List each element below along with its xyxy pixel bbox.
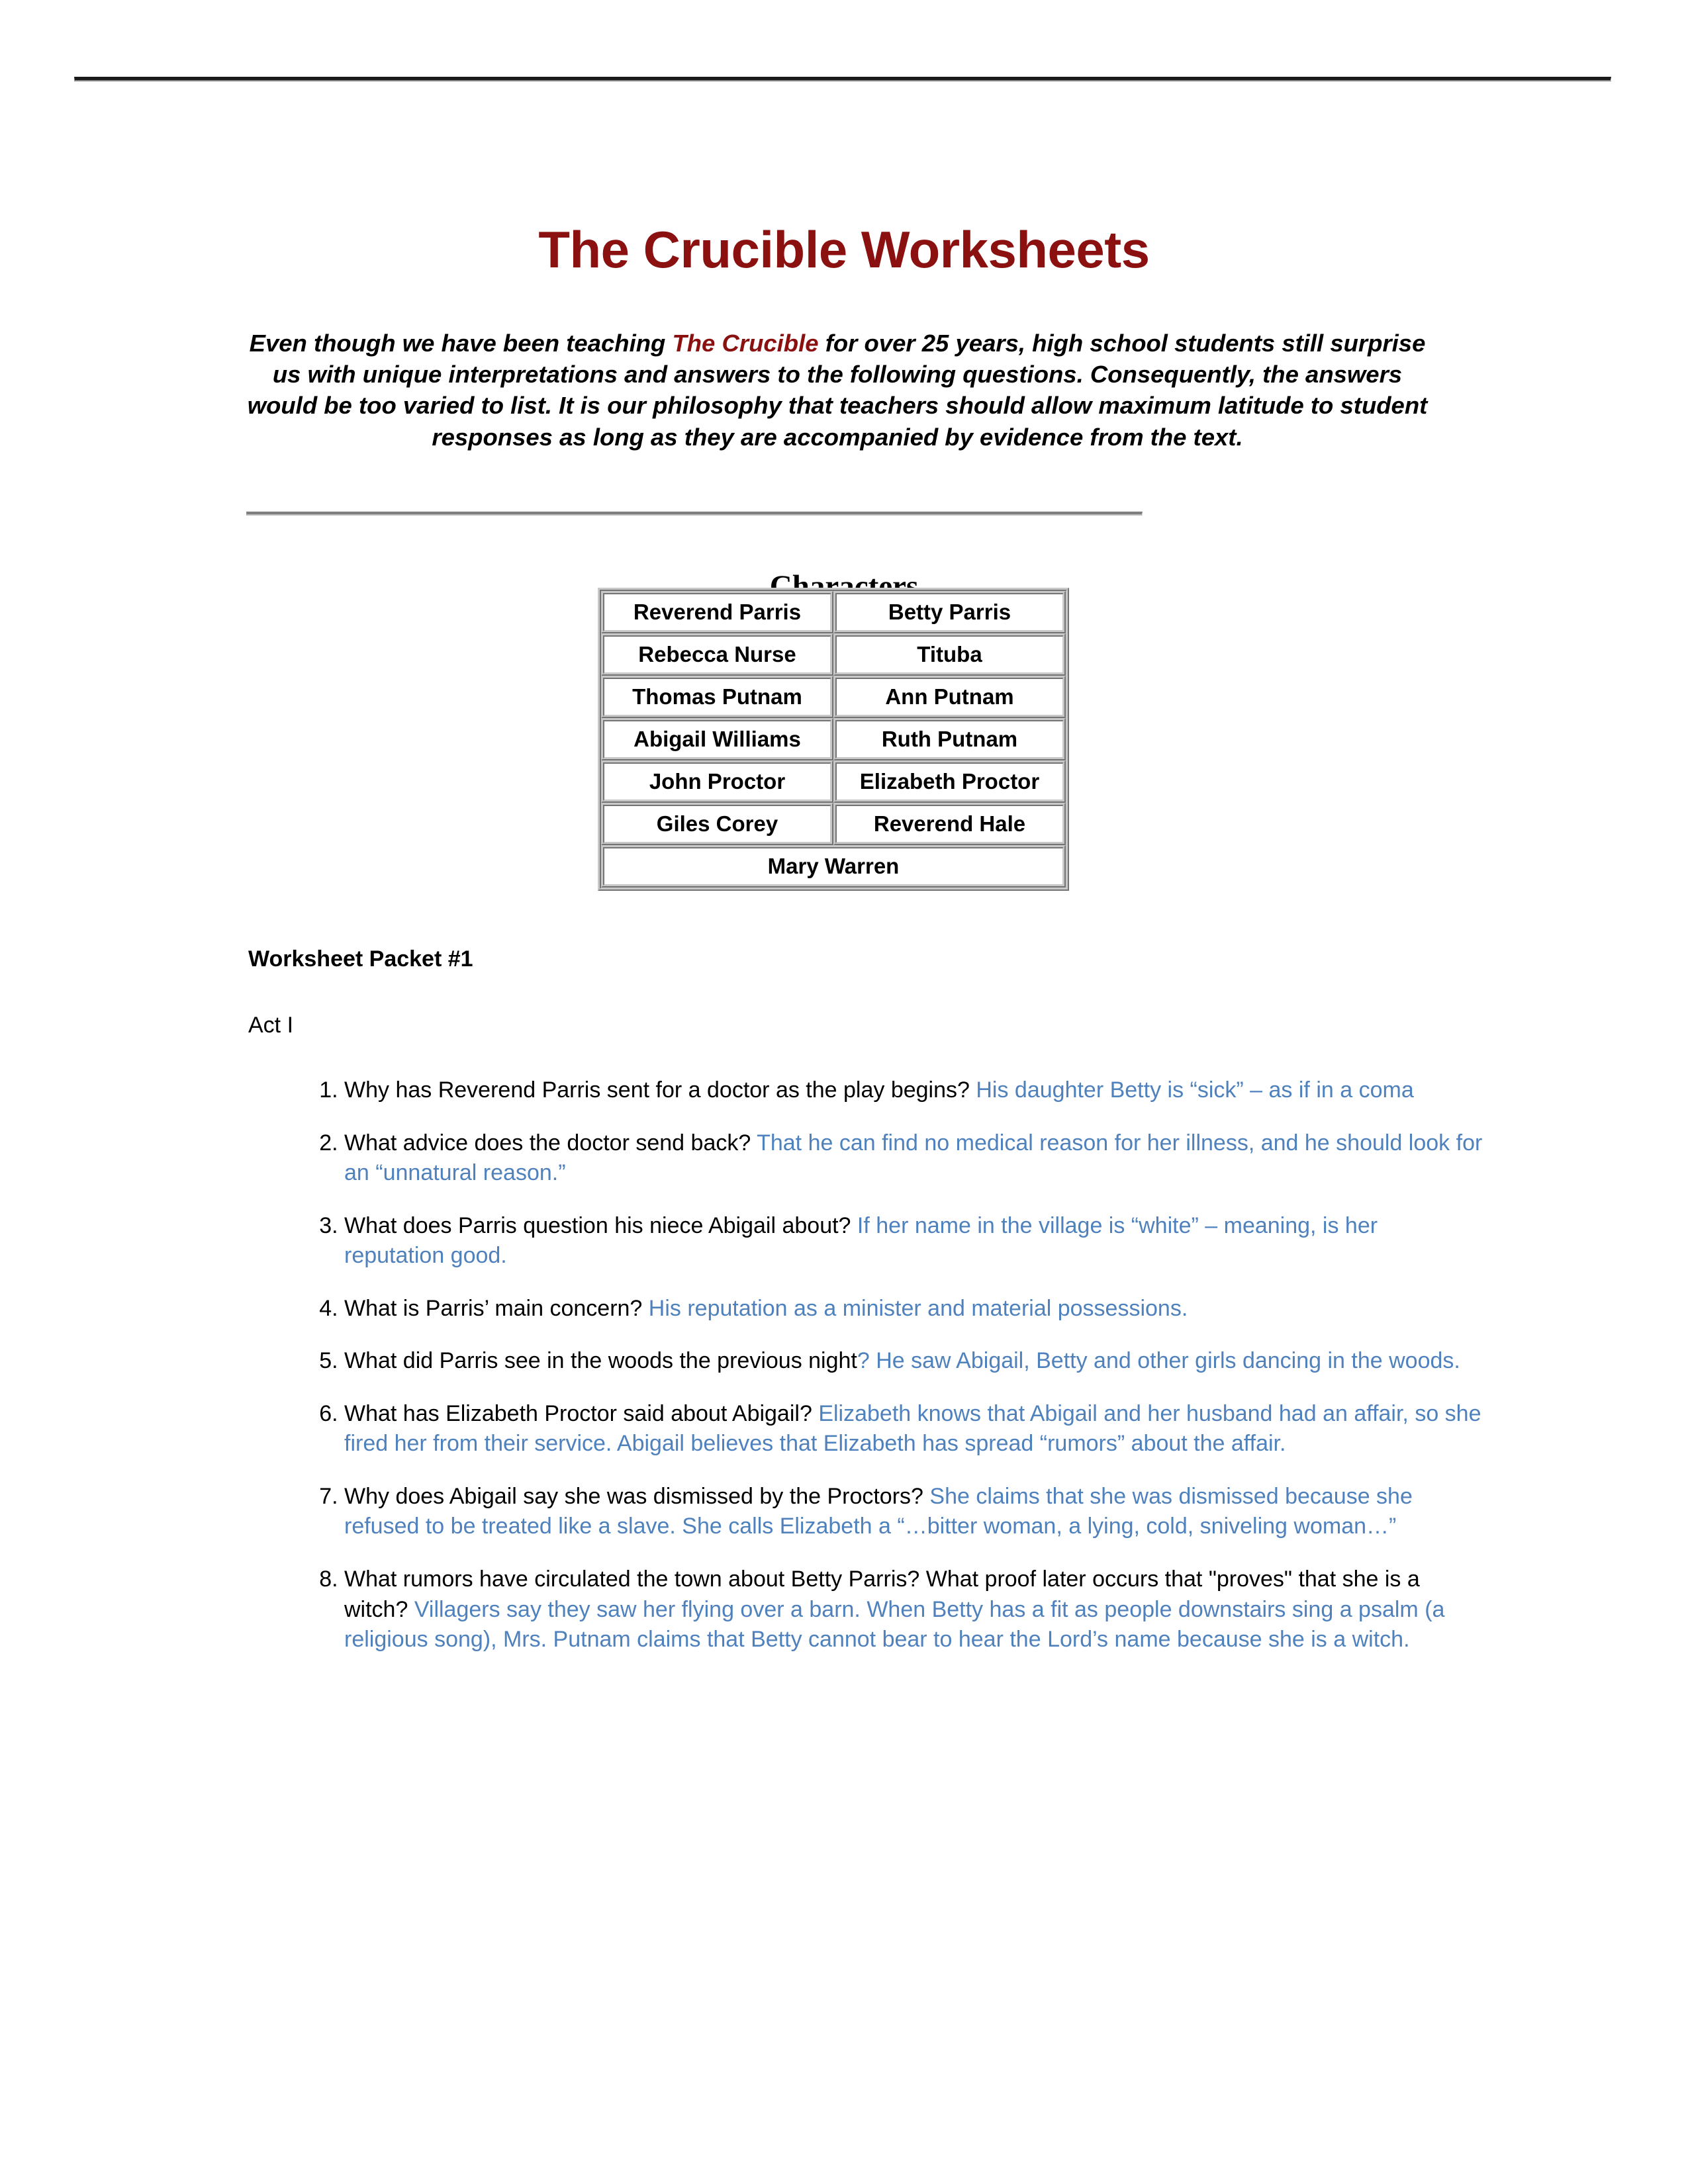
section-separator-rule xyxy=(246,512,1143,516)
character-cell: Reverend Parris xyxy=(601,591,833,633)
answer-text: His reputation as a minister and materia… xyxy=(648,1295,1188,1321)
table-row: Reverend Parris Betty Parris xyxy=(601,591,1066,633)
intro-paragraph: Even though we have been teaching The Cr… xyxy=(245,328,1430,453)
document-page: The Crucible Worksheets Even though we h… xyxy=(0,0,1688,2184)
character-cell: Ruth Putnam xyxy=(833,718,1066,760)
character-cell: Ann Putnam xyxy=(833,676,1066,718)
list-item: What is Parris’ main concern? His reputa… xyxy=(344,1294,1483,1324)
table-row: Abigail Williams Ruth Putnam xyxy=(601,718,1066,760)
list-item: What has Elizabeth Proctor said about Ab… xyxy=(344,1399,1483,1459)
list-item: Why has Reverend Parris sent for a docto… xyxy=(344,1075,1483,1106)
characters-table-container: Reverend Parris Betty Parris Rebecca Nur… xyxy=(598,588,1069,891)
character-cell: Elizabeth Proctor xyxy=(833,760,1066,803)
intro-before: Even though we have been teaching xyxy=(249,329,673,357)
question-text: What has Elizabeth Proctor said about Ab… xyxy=(344,1400,819,1426)
list-item: What does Parris question his niece Abig… xyxy=(344,1211,1483,1271)
answer-text: His daughter Betty is “sick” – as if in … xyxy=(976,1077,1414,1103)
act-label: Act I xyxy=(248,1013,294,1038)
list-item: Why does Abigail say she was dismissed b… xyxy=(344,1482,1483,1542)
question-text: What does Parris question his niece Abig… xyxy=(344,1212,857,1238)
answer-text: ? He saw Abigail, Betty and other girls … xyxy=(857,1348,1460,1374)
character-cell: Giles Corey xyxy=(601,803,833,845)
table-row: Mary Warren xyxy=(601,845,1066,887)
character-cell: John Proctor xyxy=(601,760,833,803)
page-title: The Crucible Worksheets xyxy=(538,220,1150,279)
table-row: John Proctor Elizabeth Proctor xyxy=(601,760,1066,803)
question-text: What is Parris’ main concern? xyxy=(344,1295,649,1321)
question-list: Why has Reverend Parris sent for a docto… xyxy=(297,1075,1483,1678)
question-text: What did Parris see in the woods the pre… xyxy=(344,1348,857,1374)
answer-text: Villagers say they saw her flying over a… xyxy=(344,1596,1445,1653)
question-text: What advice does the doctor send back? xyxy=(344,1130,757,1156)
characters-table: Reverend Parris Betty Parris Rebecca Nur… xyxy=(598,588,1069,891)
character-cell: Thomas Putnam xyxy=(601,676,833,718)
character-cell: Abigail Williams xyxy=(601,718,833,760)
table-row: Thomas Putnam Ann Putnam xyxy=(601,676,1066,718)
characters-table-body: Reverend Parris Betty Parris Rebecca Nur… xyxy=(601,591,1066,887)
list-item: What advice does the doctor send back? T… xyxy=(344,1128,1483,1189)
table-row: Giles Corey Reverend Hale xyxy=(601,803,1066,845)
question-text: Why has Reverend Parris sent for a docto… xyxy=(344,1077,976,1103)
character-cell: Mary Warren xyxy=(601,845,1066,887)
character-cell: Betty Parris xyxy=(833,591,1066,633)
list-item: What rumors have circulated the town abo… xyxy=(344,1565,1483,1655)
character-cell: Reverend Hale xyxy=(833,803,1066,845)
list-item: What did Parris see in the woods the pre… xyxy=(344,1346,1483,1377)
character-cell: Rebecca Nurse xyxy=(601,633,833,676)
character-cell: Tituba xyxy=(833,633,1066,676)
table-row: Rebecca Nurse Tituba xyxy=(601,633,1066,676)
top-horizontal-rule xyxy=(74,77,1611,81)
worksheet-packet-label: Worksheet Packet #1 xyxy=(248,946,473,972)
question-text: Why does Abigail say she was dismissed b… xyxy=(344,1483,930,1509)
intro-emphasis-the-crucible: The Crucible xyxy=(672,329,819,357)
